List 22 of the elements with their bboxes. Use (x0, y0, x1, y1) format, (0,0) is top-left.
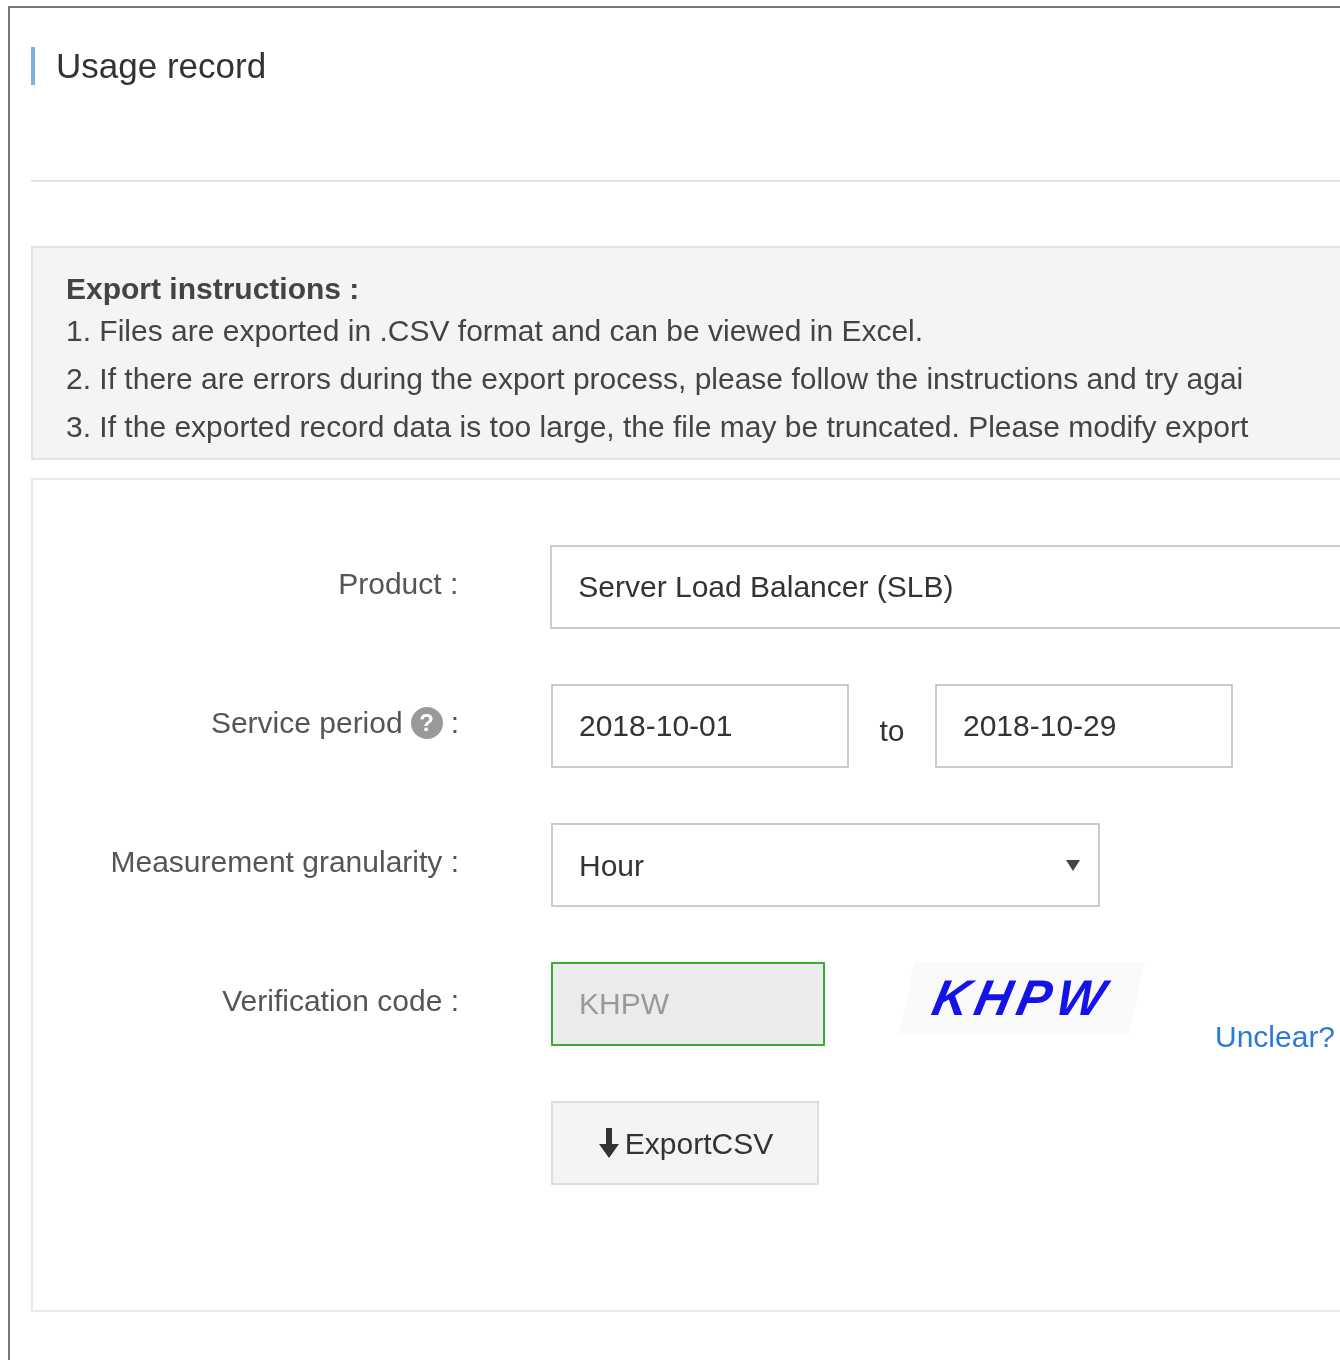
instruction-line: 1. Files are exported in .CSV format and can be viewed in Excel. (66, 313, 925, 349)
verification-code-field[interactable]: KHPW (551, 962, 825, 1046)
page-title: Usage record (56, 46, 267, 86)
field-label: Service period (210, 705, 403, 741)
start-date-field[interactable]: 2018-10-01 (551, 684, 849, 768)
title-accent-bar (31, 47, 35, 85)
instruction-line: 2. If there are errors during the export process, please follow the instructions and try agai (66, 361, 1245, 397)
field-label: Measurement granularity : (110, 844, 459, 880)
field-label: Product : (338, 566, 459, 602)
export-csv-button[interactable]: ExportCSV (551, 1101, 819, 1185)
end-date-field[interactable]: 2018-10-29 (935, 684, 1233, 768)
download-arrow-icon (596, 1128, 621, 1158)
captcha-image: KHPW (899, 962, 1145, 1034)
granularity-select[interactable]: Hour (551, 823, 1100, 907)
instructions-heading: Export instructions : (66, 271, 361, 307)
product-field[interactable]: Server Load Balancer (SLB) (550, 545, 1340, 629)
field-label: Verification code : (222, 983, 459, 1019)
refresh-captcha-link[interactable]: Unclear? (1215, 1014, 1336, 1059)
caret-icon (1066, 858, 1080, 872)
label-colon: : (450, 705, 459, 741)
date-range-separator: to (878, 713, 906, 749)
instruction-line: 3. If the exported record data is too large, the file may be truncated. Please modify export (66, 409, 1250, 445)
